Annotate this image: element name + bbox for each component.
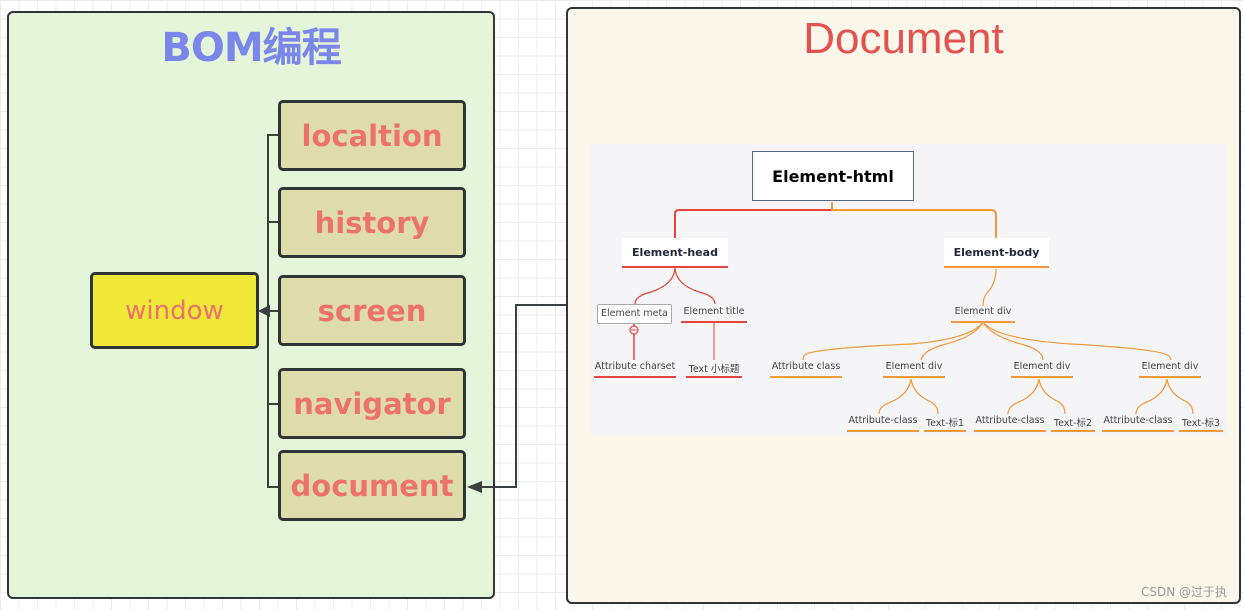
edge-div3-text xyxy=(1166,378,1194,415)
node-element-div[interactable]: Element div xyxy=(951,306,1015,323)
edge-div3-attr xyxy=(1135,378,1168,415)
edge-div1-attr xyxy=(878,378,912,415)
history-node[interactable]: history xyxy=(278,187,466,258)
screen-node[interactable]: screen xyxy=(278,275,466,346)
navigator-node[interactable]: navigator xyxy=(278,368,466,439)
dom-tree-diagram: Element-html Element-head Element-body E… xyxy=(591,144,1227,436)
location-node[interactable]: localtion xyxy=(278,100,466,171)
node-attribute-class-2[interactable]: Attribute-class xyxy=(974,415,1046,432)
edge-div2-text xyxy=(1038,378,1066,415)
node-element-div-1[interactable]: Element div xyxy=(883,361,945,378)
edge-html-head xyxy=(674,202,833,238)
node-attribute-class-1[interactable]: Attribute-class xyxy=(847,415,919,432)
edge-div-div2 xyxy=(982,321,1044,361)
node-attribute-charset[interactable]: Attribute charset xyxy=(594,361,676,378)
bom-title: BOM编程 xyxy=(161,25,341,71)
node-text-3[interactable]: Text-标3 xyxy=(1179,415,1223,432)
node-text-title[interactable]: Text 小标题 xyxy=(686,361,742,378)
edge-div1-text xyxy=(910,378,939,415)
node-element-body[interactable]: Element-body xyxy=(944,238,1049,268)
edge-body-div xyxy=(982,268,997,307)
node-element-html[interactable]: Element-html xyxy=(752,151,914,201)
document-title: Document xyxy=(803,14,1004,63)
node-element-div-3[interactable]: Element div xyxy=(1139,361,1201,378)
edge-head-meta xyxy=(634,266,676,305)
watermark: CSDN @过于执 xyxy=(1140,585,1227,599)
node-attribute-class[interactable]: Attribute class xyxy=(770,361,842,378)
edge-div-div1 xyxy=(920,321,984,361)
edge-html-body xyxy=(831,202,997,238)
node-attribute-class-3[interactable]: Attribute-class xyxy=(1102,415,1174,432)
node-element-head[interactable]: Element-head xyxy=(622,238,728,268)
edge-div2-attr xyxy=(1007,378,1040,415)
document-node[interactable]: document xyxy=(278,450,466,521)
node-element-div-2[interactable]: Element div xyxy=(1011,361,1073,378)
node-text-1[interactable]: Text-标1 xyxy=(924,415,966,432)
window-node[interactable]: window xyxy=(90,272,259,349)
node-text-2[interactable]: Text-标2 xyxy=(1051,415,1095,432)
node-element-title[interactable]: Element title xyxy=(681,306,747,323)
node-element-meta[interactable]: Element meta xyxy=(597,304,672,324)
edge-head-title xyxy=(674,266,716,305)
